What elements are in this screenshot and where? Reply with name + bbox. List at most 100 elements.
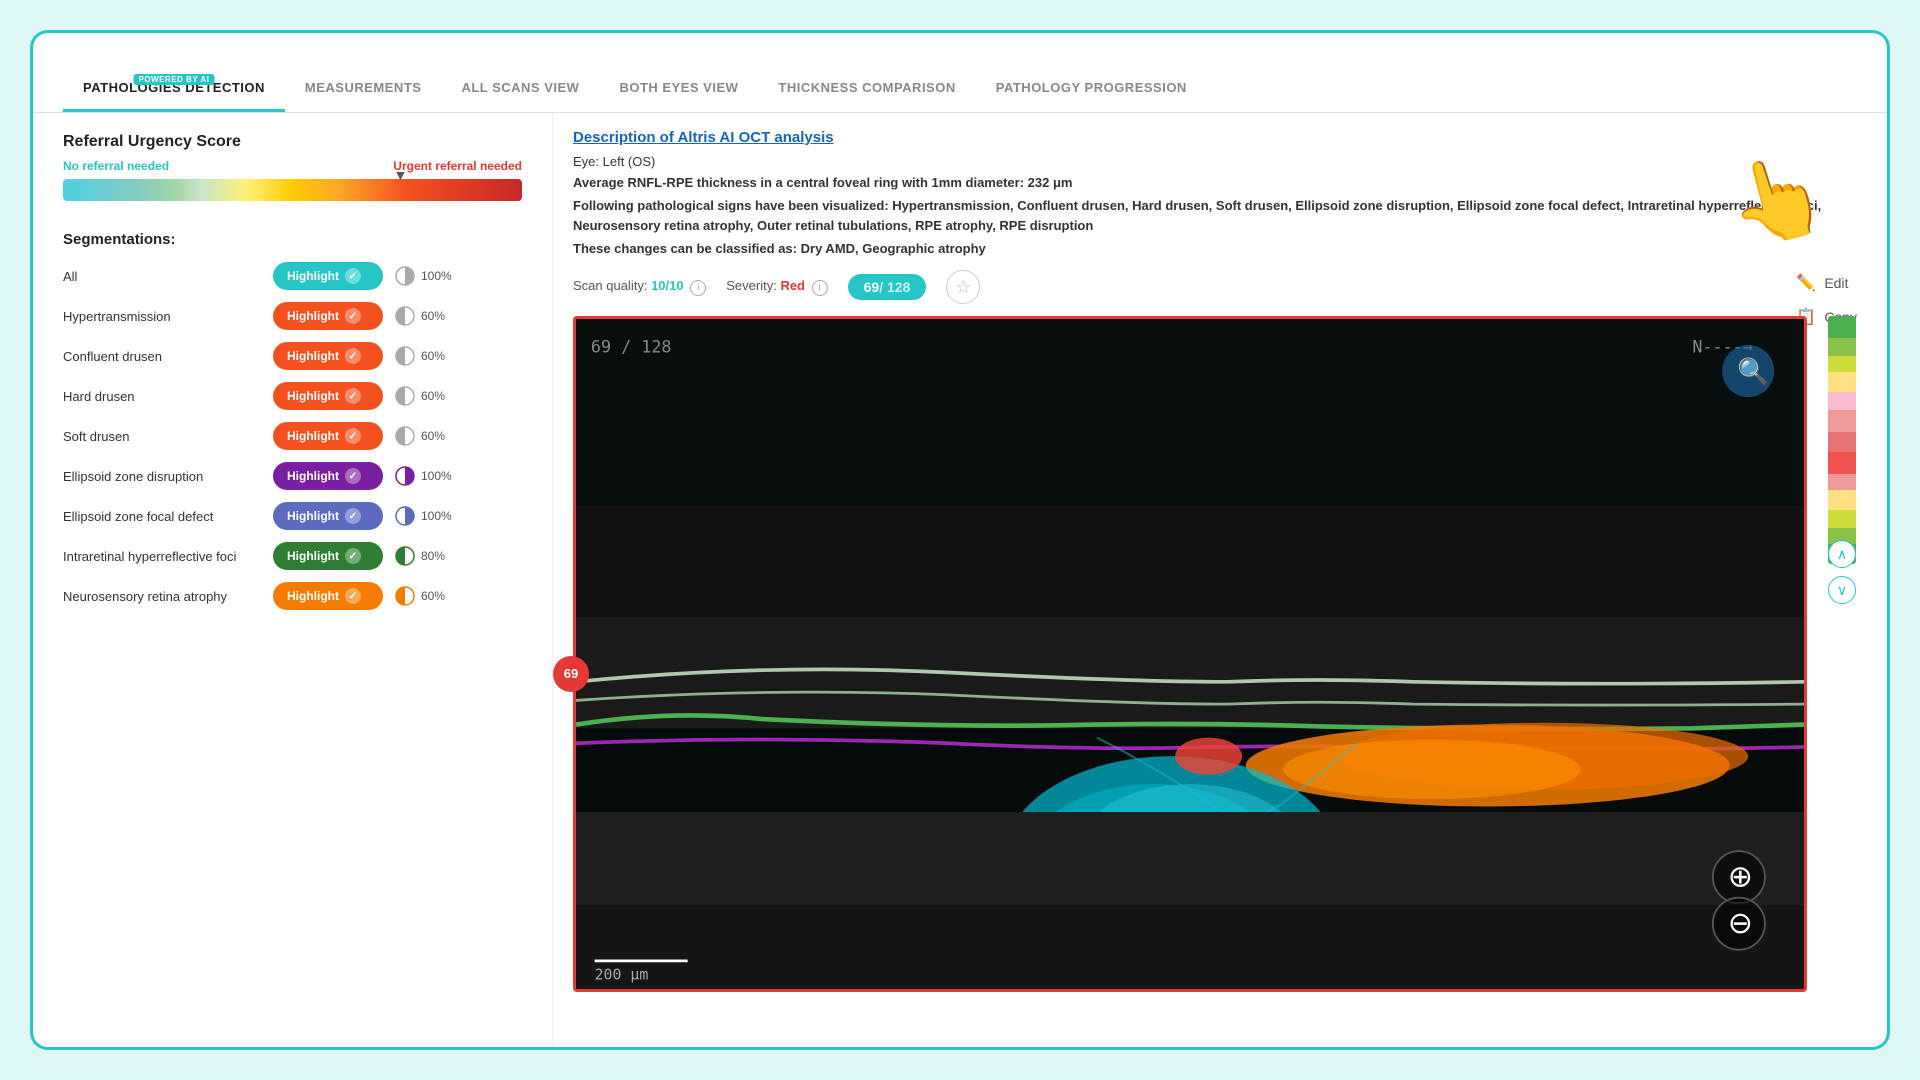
description-avg: Average RNFL-RPE thickness in a central … (573, 175, 1867, 190)
strip-segment-9 (1828, 474, 1856, 490)
check-icon-soft: ✓ (345, 428, 361, 444)
scan-counter: 69/ 128 (848, 274, 927, 300)
opacity-icon-irf (393, 544, 417, 568)
opacity-confluent: 60% (393, 344, 445, 368)
highlight-btn-soft-drusen[interactable]: Highlight ✓ (273, 422, 383, 450)
scan-quality: Scan quality: 10/10 i (573, 278, 706, 296)
referral-section: Referral Urgency Score No referral neede… (63, 133, 522, 201)
seg-label-confluent: Confluent drusen (63, 349, 263, 364)
opacity-val-ez: 100% (421, 469, 452, 483)
highlight-btn-all[interactable]: Highlight ✓ (273, 262, 383, 290)
description-classified: These changes can be classified as: Dry … (573, 241, 1867, 256)
highlight-label-ez: Highlight (287, 469, 339, 483)
referral-label-no-referral: No referral needed (63, 159, 169, 173)
scroll-down-button[interactable]: ∨ (1828, 576, 1856, 604)
seg-row-irf: Intraretinal hyperreflective foci Highli… (63, 542, 522, 570)
left-panel: Referral Urgency Score No referral neede… (33, 113, 553, 1047)
strip-segment-6 (1828, 410, 1856, 432)
opacity-icon-confluent (393, 344, 417, 368)
highlight-btn-hard-drusen[interactable]: Highlight ✓ (273, 382, 383, 410)
check-icon-all: ✓ (345, 268, 361, 284)
scan-number-badge: 69 (553, 656, 589, 692)
main-content: Referral Urgency Score No referral neede… (33, 113, 1887, 1047)
svg-text:⊖: ⊖ (1728, 907, 1753, 940)
referral-label-urgent: Urgent referral needed (393, 159, 522, 173)
tab-progression[interactable]: PATHOLOGY PROGRESSION (976, 70, 1207, 112)
strip-segment-10 (1828, 490, 1856, 510)
opacity-val-soft: 60% (421, 429, 445, 443)
highlight-label-hyper: Highlight (287, 309, 339, 323)
seg-label-hypertransmission: Hypertransmission (63, 309, 263, 324)
highlight-label-ezf: Highlight (287, 509, 339, 523)
seg-row-soft-drusen: Soft drusen Highlight ✓ 60% (63, 422, 522, 450)
app-frame: Powered By AI PATHOLOGIES DETECTION MEAS… (30, 30, 1890, 1050)
highlight-btn-ez-disruption[interactable]: Highlight ✓ (273, 462, 383, 490)
opacity-val-all: 100% (421, 269, 452, 283)
opacity-icon-all (393, 264, 417, 288)
description-classified-label: These changes can be classified as: (573, 241, 797, 256)
tab-allscans[interactable]: ALL SCANS VIEW (441, 70, 599, 112)
description-title: Description of Altris AI OCT analysis (573, 129, 1867, 146)
highlight-btn-confluent[interactable]: Highlight ✓ (273, 342, 383, 370)
highlight-label-all: Highlight (287, 269, 339, 283)
opacity-val-ezf: 100% (421, 509, 452, 523)
opacity-soft: 60% (393, 424, 445, 448)
opacity-hard: 60% (393, 384, 445, 408)
tab-thickness[interactable]: THICKNESS COMPARISON (758, 70, 975, 112)
seg-label-soft-drusen: Soft drusen (63, 429, 263, 444)
highlight-btn-nra[interactable]: Highlight ✓ (273, 582, 383, 610)
seg-row-ez-focal: Ellipsoid zone focal defect Highlight ✓ … (63, 502, 522, 530)
description-classified-value: Dry AMD, Geographic atrophy (801, 241, 986, 256)
strip-segment-5 (1828, 392, 1856, 410)
opacity-ezf: 100% (393, 504, 452, 528)
severity-info-icon[interactable]: i (812, 280, 828, 296)
seg-row-hard-drusen: Hard drusen Highlight ✓ 60% (63, 382, 522, 410)
check-icon-nra: ✓ (345, 588, 361, 604)
referral-bar (63, 179, 522, 201)
tab-botheyes[interactable]: BOTH EYES VIEW (599, 70, 758, 112)
opacity-icon-ez (393, 464, 417, 488)
referral-arrow: ▼ (393, 167, 407, 183)
nav-bar: Powered By AI PATHOLOGIES DETECTION MEAS… (33, 33, 1887, 113)
scan-quality-value: 10/10 (651, 278, 684, 293)
edit-icon: ✏️ (1796, 273, 1816, 293)
tab-measurements[interactable]: MEASUREMENTS (285, 70, 442, 112)
strip-segment-8 (1828, 452, 1856, 474)
oct-scan-image: 69 / 128 N----→ 🔍 200 μm (576, 319, 1804, 989)
highlight-btn-irf[interactable]: Highlight ✓ (273, 542, 383, 570)
opacity-val-hard: 60% (421, 389, 445, 403)
svg-text:69 / 128: 69 / 128 (591, 336, 672, 356)
opacity-all: 100% (393, 264, 452, 288)
opacity-irf: 80% (393, 544, 445, 568)
scroll-up-button[interactable]: ∧ (1828, 540, 1856, 568)
description-signs: Following pathological signs have been v… (573, 196, 1867, 235)
scan-quality-info-icon[interactable]: i (690, 280, 706, 296)
svg-text:200 μm: 200 μm (595, 966, 649, 984)
opacity-icon-nra (393, 584, 417, 608)
edit-button[interactable]: ✏️ Edit (1796, 273, 1857, 293)
strip-segment-3 (1828, 356, 1856, 372)
favorite-button[interactable]: ☆ (946, 270, 980, 304)
seg-label-hard-drusen: Hard drusen (63, 389, 263, 404)
description-section: Description of Altris AI OCT analysis Ey… (573, 129, 1867, 256)
right-panel: Description of Altris AI OCT analysis Ey… (553, 113, 1887, 1047)
tab-pathologies[interactable]: Powered By AI PATHOLOGIES DETECTION (63, 70, 285, 112)
right-section: ✏️ Edit 📋 Copy 👆 Description of Altris A… (553, 113, 1887, 1047)
seg-row-nra: Neurosensory retina atrophy Highlight ✓ … (63, 582, 522, 610)
highlight-label-nra: Highlight (287, 589, 339, 603)
opacity-val-nra: 60% (421, 589, 445, 603)
scan-controls: Scan quality: 10/10 i Severity: Red i 69… (573, 270, 1867, 304)
highlight-label-confluent: Highlight (287, 349, 339, 363)
highlight-btn-ez-focal[interactable]: Highlight ✓ (273, 502, 383, 530)
opacity-val-irf: 80% (421, 549, 445, 563)
segmentations-section: Segmentations: All Highlight ✓ 100% (63, 231, 522, 610)
seg-row-confluent: Confluent drusen Highlight ✓ 60% (63, 342, 522, 370)
check-icon-ez: ✓ (345, 468, 361, 484)
opacity-hyper: 60% (393, 304, 445, 328)
highlight-btn-hypertransmission[interactable]: Highlight ✓ (273, 302, 383, 330)
severity-value: Red (780, 278, 805, 293)
opacity-val-confluent: 60% (421, 349, 445, 363)
scan-total: 128 (887, 279, 910, 295)
strip-segment-11 (1828, 510, 1856, 528)
seg-row-ez-disruption: Ellipsoid zone disruption Highlight ✓ 10… (63, 462, 522, 490)
